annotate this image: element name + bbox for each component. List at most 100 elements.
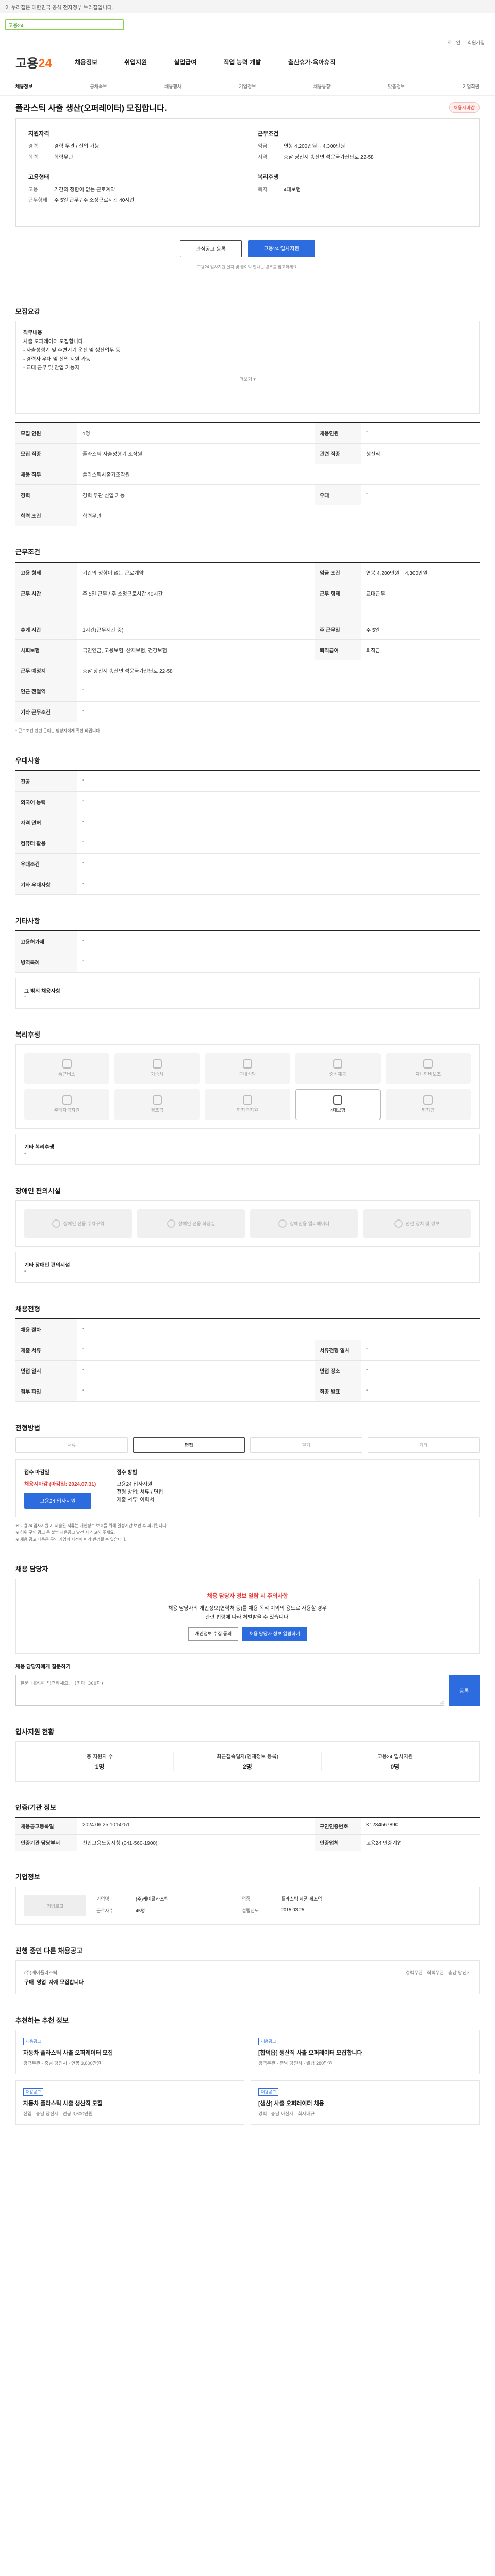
gnb-item[interactable]: 실업급여 — [174, 58, 196, 66]
apply-button[interactable]: 고용24 입사지원 — [248, 240, 315, 257]
method-notices: ※ 고용24 입사지원 시 제출된 서류는 개인정보 보호를 위해 일정기간 보… — [15, 1517, 480, 1544]
row-value: 퇴직금 — [366, 648, 381, 654]
consent-button[interactable]: 개인정보 수집 동의 — [188, 1627, 239, 1641]
summary-value: 경력 무관 / 신입 가능 — [54, 144, 100, 149]
subnav-item[interactable]: 채용정보 — [15, 83, 32, 90]
similar-card[interactable]: 채용공고 [생산] 사출 오퍼레이터 채용 경력 · 충남 아산시 · 회사내규 — [251, 2080, 480, 2125]
row-key: 인증기관 담당부서 — [15, 1835, 77, 1851]
facility-item: 안전 장치 및 경보 — [363, 1209, 471, 1238]
similar-card[interactable]: 채용공고 자동차 플라스틱 사출 생산직 모집 신입 · 충남 당진시 · 연봉 3… — [15, 2080, 244, 2125]
stat-value: 1명 — [95, 1763, 105, 1771]
row-key: 경력 — [15, 485, 77, 505]
section-title: 추천하는 추천 정보 — [15, 2016, 69, 2025]
site-logo[interactable]: 고용24 — [15, 53, 52, 71]
subnav-item[interactable]: 공채속보 — [90, 83, 107, 90]
subnav-item[interactable]: 채용동향 — [314, 83, 331, 90]
table-row: 채용 절차 - — [15, 1319, 480, 1340]
stats-box: 총 지원자 수 1명 최근접속일자(인재정보 등록) 2명 고용24 입사지원 0명 — [15, 1741, 480, 1782]
gift-icon — [152, 1095, 162, 1105]
corp-value: (주)케이플라스틱 — [136, 1896, 169, 1902]
card-title[interactable]: [생산] 사출 오퍼레이터 채용 — [258, 2099, 472, 2107]
gnb-item[interactable]: 직업 능력 개발 — [223, 58, 261, 66]
section-title: 채용 담당자 — [15, 1565, 48, 1573]
table-row: 고용 형태 기간의 정함이 없는 근로계약 임금 조건 연봉 4,200만원 ~ 4,… — [15, 563, 480, 583]
section-title: 모집요강 — [15, 308, 40, 315]
qa-input[interactable] — [15, 1675, 444, 1706]
more-button[interactable]: 더보기 ▾ — [23, 376, 472, 383]
step-box: 기타 — [367, 1437, 480, 1453]
sub-nav: 채용정보 공채속보 채용행사 기업정보 채용동향 맞춤정보 기업회원 — [0, 76, 495, 96]
row-value: 1시간(근무시간 중) — [82, 628, 124, 633]
table-row: 학력 조건 학력무관 — [15, 505, 480, 526]
welfare-item: 학자금지원 — [205, 1089, 290, 1120]
apply-button-2[interactable]: 고용24 입사지원 — [24, 1492, 91, 1509]
section-method: 전형방법 서류 면접 필기 기타 접수 마감일 채용시마감 (마감일: 2024… — [15, 1402, 480, 1544]
summary-key: 근무형태 — [28, 198, 47, 204]
search-input[interactable]: 고용24 — [5, 19, 124, 30]
other-post-title[interactable]: 구매_영업_자재 모집합니다 — [24, 1978, 84, 1986]
row-value: 플라스틱사출기조작원 — [82, 472, 130, 478]
row-key: 서류전형 일시 — [315, 1340, 361, 1360]
summary-heading: 복리후생 — [258, 174, 279, 180]
subnav-item[interactable]: 기업회원 — [463, 83, 480, 90]
table-row: 면접 일시 - 면접 장소 - — [15, 1360, 480, 1381]
welfare-box: 기타 복리후생 - — [15, 1133, 480, 1165]
summary-value: 연봉 4,200만원 ~ 4,300만원 — [284, 144, 345, 149]
job-description-box: 직무내용 사출 오퍼레이터 모집합니다. - 사출성형기 및 주변기기 운전 및… — [15, 321, 480, 414]
row-key: 사회보험 — [15, 640, 77, 660]
stat-item: 총 지원자 수 1명 — [26, 1752, 174, 1771]
row-key: 고용 형태 — [15, 563, 77, 583]
card-meta: 경력무관 · 충남 당진시 · 연봉 3,800만원 — [23, 2061, 102, 2066]
save-interest-button[interactable]: 관심공고 등록 — [180, 240, 242, 257]
row-value: - — [82, 839, 85, 845]
row-key: 채용 절차 — [15, 1319, 77, 1340]
signup-link[interactable]: 회원가입 — [468, 39, 485, 48]
row-value: K1234567890 — [366, 1822, 399, 1828]
job-title-row: 플라스틱 사출 생산(오퍼레이터) 모집합니다. 채용시마감 — [15, 96, 480, 118]
card-title[interactable]: 자동차 플라스틱 사출 오퍼레이터 모집 — [23, 2048, 237, 2057]
subnav-item[interactable]: 채용행사 — [164, 83, 182, 90]
dorm-icon — [152, 1059, 162, 1069]
row-key: 병역특례 — [15, 952, 77, 972]
card-title[interactable]: 자동차 플라스틱 사출 생산직 모집 — [23, 2099, 237, 2107]
section-qualification: 우대사항 전공 - 외국어 능력 - 자격 면허 - 컴퓨터 활용 - 우대조건 - 기타… — [15, 735, 480, 895]
welfare-label: 주택자금지원 — [54, 1108, 80, 1113]
row-key: 채용공고등록일 — [15, 1818, 77, 1835]
corp-key: 근로자수 — [96, 1908, 114, 1914]
subnav-item[interactable]: 기업정보 — [239, 83, 256, 90]
facility-item: 장애인용 엘리베이터 — [250, 1209, 358, 1238]
gnb-item[interactable]: 취업지원 — [124, 58, 147, 66]
other-post[interactable]: (주)케이플라스틱 구매_영업_자재 모집합니다 경력무관 · 학력무관 · 충… — [15, 1960, 480, 1995]
similar-card[interactable]: 채용공고 [합덕읍] 생산직 사출 오퍼레이터 모집합니다 경력무관 · 충남 당진… — [251, 2030, 480, 2075]
pension-icon — [423, 1095, 433, 1105]
step-box: 서류 — [15, 1437, 128, 1453]
welfare-item: 경조금 — [114, 1089, 200, 1120]
qa-submit-button[interactable]: 등록 — [449, 1675, 480, 1706]
gnb-item[interactable]: 채용정보 — [75, 58, 97, 66]
desc-line: - 사출성형기 및 주변기기 운전 및 생산업무 등 — [23, 348, 121, 353]
similar-card[interactable]: 채용공고 자동차 플라스틱 사출 오퍼레이터 모집 경력무관 · 충남 당진시 · … — [15, 2030, 244, 2075]
subnav-item[interactable]: 맞춤정보 — [388, 83, 405, 90]
summary-employment: 고용형태 고용 기간의 정함이 없는 근로계약 근무형태 주 5일 근무 / 주 소… — [28, 173, 237, 207]
welfare-item: 기숙사 — [114, 1053, 200, 1084]
warning-line: 채용 담당자의 개인정보(연락처 등)를 채용 목적 이외의 용도로 사용할 경… — [168, 1606, 327, 1612]
box-title: 기타 장애인 편의시설 — [24, 1262, 70, 1268]
row-key: 면접 장소 — [315, 1360, 361, 1381]
util-menu: 로그인 회원가입 — [0, 36, 495, 48]
gnb-item[interactable]: 출산휴가·육아휴직 — [288, 58, 335, 66]
login-link[interactable]: 로그인 — [448, 39, 460, 48]
stat-label: 총 지원자 수 — [86, 1754, 113, 1760]
row-key: 채용 직무 — [15, 464, 77, 484]
row-value: - — [82, 818, 85, 824]
section-title: 우대사항 — [15, 756, 40, 765]
view-contact-button[interactable]: 채용 담당자 정보 열람하기 — [242, 1627, 307, 1641]
row-value: 경력 무관 신입 가능 — [82, 493, 125, 499]
row-key: 모집 직종 — [15, 444, 77, 464]
section-title: 근무조건 — [15, 548, 40, 556]
elevator-icon — [278, 1219, 287, 1228]
card-title[interactable]: [합덕읍] 생산직 사출 오퍼레이터 모집합니다 — [258, 2048, 472, 2057]
row-value: 플라스틱 사출성형기 조작원 — [82, 452, 142, 457]
disability-box: 기타 장애인 편의시설 - — [15, 1251, 480, 1283]
summary-heading: 고용형태 — [28, 174, 50, 180]
global-nav: 채용정보 취업지원 실업급여 직업 능력 개발 출산휴가·육아휴직 — [75, 58, 336, 66]
